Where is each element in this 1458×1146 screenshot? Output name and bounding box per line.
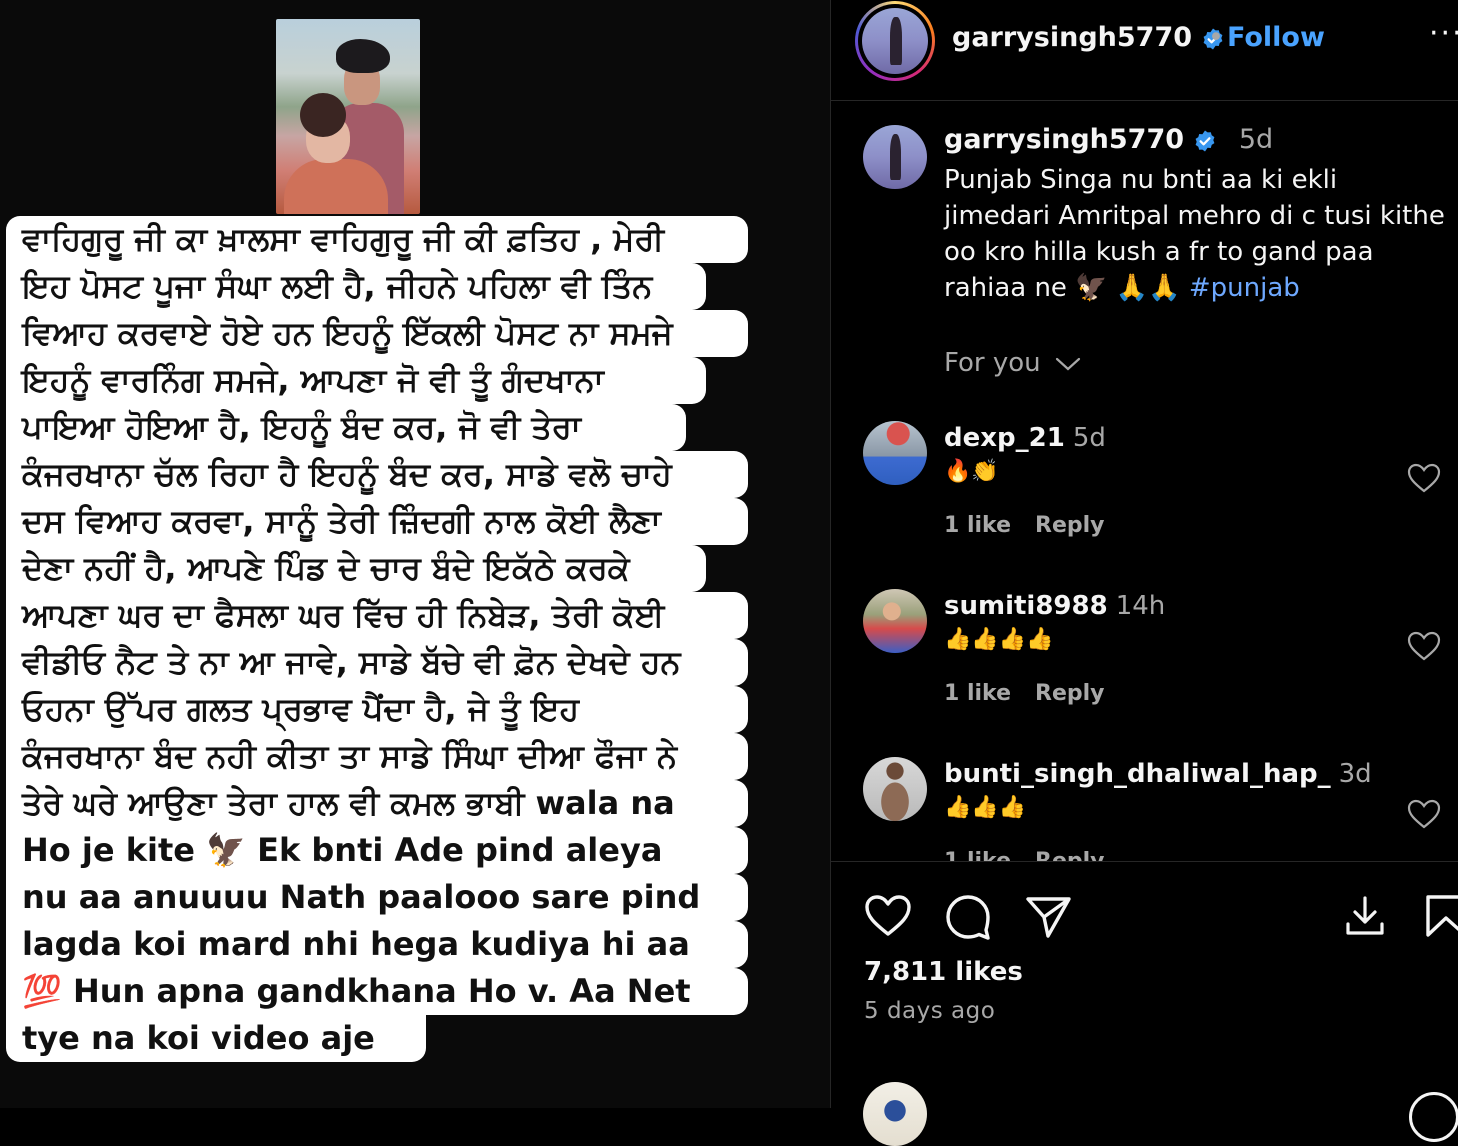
overlay-text-line: ਆਪਣਾ ਘਰ ਦਾ ਫੈਸਲਾ ਘਰ ਵਿੱਚ ਹੀ ਨਿਬੇੜ, ਤੇਰੀ … bbox=[6, 592, 748, 639]
comment-time: 5d bbox=[1072, 423, 1106, 453]
comment-time: 3d bbox=[1338, 759, 1372, 789]
reply-button[interactable]: Reply bbox=[1035, 849, 1105, 861]
comment-avatar[interactable] bbox=[863, 589, 927, 653]
overlay-text-line: ਦਸ ਵਿਆਹ ਕਰਵਾ, ਸਾਨੂੰ ਤੇਰੀ ਜ਼ਿੰਦਗੀ ਨਾਲ ਕੋਈ… bbox=[6, 498, 748, 545]
overlay-text: ਪਾਇਆ ਹੋਇਆ ਹੈ, ਇਹਨੂੰ ਬੰਦ ਕਰ, ਜੋ ਵੀ ਤੇਰਾ bbox=[22, 408, 581, 446]
overlay-text: ਦੇਣਾ ਨਹੀਂ ਹੈ, ਆਪਣੇ ਪਿੰਡ ਦੇ ਚਾਰ ਬੰਦੇ ਇਕੱਠ… bbox=[22, 549, 630, 587]
overlay-text: tye na koi video aje bbox=[22, 1019, 375, 1057]
caption: garrysingh5770 5d Punjab Singa nu bnti a… bbox=[944, 124, 1449, 306]
comment-like-heart-icon[interactable] bbox=[1407, 631, 1441, 661]
comment-avatar[interactable] bbox=[863, 421, 927, 485]
save-bookmark-icon[interactable] bbox=[1425, 894, 1458, 938]
post-actions: 7,811 likes 5 days ago bbox=[831, 862, 1458, 1146]
overlay-text-line: ਇਹ ਪੋਸਟ ਪੂਜਾ ਸੰਘਾ ਲਈ ਹੈ, ਜੀਹਨੇ ਪਹਿਲਾ ਵੀ … bbox=[6, 263, 748, 310]
comment-bubble-icon[interactable] bbox=[944, 893, 992, 941]
post-media[interactable]: ਵਾਹਿਗੁਰੂ ਜੀ ਕਾ ਖ਼ਾਲਸਾ ਵਾਹਿਗੁਰੂ ਜੀ ਕੀ ਫ਼ਤ… bbox=[0, 0, 830, 1108]
post-text-overlay: ਵਾਹਿਗੁਰੂ ਜੀ ਕਾ ਖ਼ਾਲਸਾ ਵਾਹਿਗੁਰੂ ਜੀ ਕੀ ਫ਼ਤ… bbox=[6, 216, 748, 1108]
header-username[interactable]: garrysingh5770 bbox=[952, 22, 1225, 53]
overlay-text-line: nu aa anuuuu Nath paalooo sare pind bbox=[6, 874, 748, 921]
post-details-panel: garrysingh5770 • Follow ··· garrysingh57… bbox=[830, 0, 1458, 1146]
overlay-text-line: ਵੀਡੀਓ ਨੈਟ ਤੇ ਨਾ ਆ ਜਾਵੇ, ਸਾਡੇ ਬੱਚੇ ਵੀ ਫ਼ੋ… bbox=[6, 639, 748, 686]
comment-time: 14h bbox=[1115, 591, 1166, 621]
comment-text: 👍👍👍👍 bbox=[944, 627, 1054, 652]
comment-like-heart-icon[interactable] bbox=[1407, 463, 1441, 493]
post-date: 5 days ago bbox=[864, 998, 996, 1024]
overlay-text: Ho je kite 🦅 Ek bnti Ade pind aleya bbox=[22, 831, 663, 869]
comment-text: 🔥👏 bbox=[944, 459, 999, 484]
sort-label: For you bbox=[944, 348, 1041, 378]
comment-avatar[interactable] bbox=[863, 757, 927, 821]
chevron-down-icon bbox=[1055, 357, 1081, 370]
likes-count[interactable]: 7,811 likes bbox=[864, 957, 1023, 987]
caption-avatar[interactable] bbox=[863, 125, 927, 189]
overlay-text-line: ਇਹਨੂੰ ਵਾਰਨਿੰਗ ਸਮਜੇ, ਆਪਣਾ ਜੋ ਵੀ ਤੂੰ ਗੰਦਖਾ… bbox=[6, 357, 748, 404]
overlay-text: ਕੰਜਰਖਾਨਾ ਚੱਲ ਰਿਹਾ ਹੈ ਇਹਨੂੰ ਬੰਦ ਕਰ, ਸਾਡੇ … bbox=[22, 455, 672, 493]
separator-dot: • bbox=[1208, 22, 1224, 53]
reply-button[interactable]: Reply bbox=[1035, 513, 1105, 538]
more-options-icon[interactable]: ··· bbox=[1429, 16, 1458, 51]
avatar[interactable] bbox=[862, 8, 928, 74]
share-send-icon[interactable] bbox=[1024, 893, 1072, 941]
emoji-icon[interactable] bbox=[1409, 1092, 1458, 1142]
comment-likes[interactable]: 1 like bbox=[944, 513, 1011, 538]
overlay-text: nu aa anuuuu Nath paalooo sare pind bbox=[22, 878, 701, 916]
overlay-text-line: ਦੇਣਾ ਨਹੀਂ ਹੈ, ਆਪਣੇ ਪਿੰਡ ਦੇ ਚਾਰ ਬੰਦੇ ਇਕੱਠ… bbox=[6, 545, 748, 592]
story-ring[interactable] bbox=[855, 1, 935, 81]
hashtag-link[interactable]: #punjab bbox=[1189, 273, 1300, 303]
overlay-text-line: ਓਹਨਾ ਉੱਪਰ ਗਲਤ ਪ੍ਰਭਾਵ ਪੈਂਦਾ ਹੈ, ਜੇ ਤੂੰ ਇਹ bbox=[6, 686, 748, 733]
caption-username[interactable]: garrysingh5770 bbox=[944, 124, 1184, 155]
post-photo bbox=[276, 19, 420, 214]
reply-button[interactable]: Reply bbox=[1035, 681, 1105, 706]
overlay-text: lagda koi mard nhi hega kudiya hi aa bbox=[22, 925, 690, 963]
comment-likes[interactable]: 1 like bbox=[944, 681, 1011, 706]
overlay-text: ਵਾਹਿਗੁਰੂ ਜੀ ਕਾ ਖ਼ਾਲਸਾ ਵਾਹਿਗੁਰੂ ਜੀ ਕੀ ਫ਼ਤ… bbox=[22, 220, 664, 258]
overlay-text-line: ਵਾਹਿਗੁਰੂ ਜੀ ਕਾ ਖ਼ਾਲਸਾ ਵਾਹਿਗੁਰੂ ਜੀ ਕੀ ਫ਼ਤ… bbox=[6, 216, 748, 263]
comment-item: dexp_21 5d 🔥👏 1 like Reply bbox=[863, 421, 1458, 561]
verified-badge-icon bbox=[1196, 130, 1215, 151]
overlay-text-line: 💯 Hun apna gandkhana Ho v. Aa Net bbox=[6, 968, 748, 1015]
overlay-text: ਇਹ ਪੋਸਟ ਪੂਜਾ ਸੰਘਾ ਲਈ ਹੈ, ਜੀਹਨੇ ਪਹਿਲਾ ਵੀ … bbox=[22, 267, 653, 305]
overlay-text: ਤੇਰੇ ਘਰੇ ਆਉਣਾ ਤੇਰਾ ਹਾਲ ਵੀ ਕਮਲ ਭਾਬੀ wala … bbox=[22, 784, 675, 822]
current-user-avatar bbox=[863, 1082, 927, 1146]
comment-likes[interactable]: 1 like bbox=[944, 849, 1011, 861]
overlay-text: ਓਹਨਾ ਉੱਪਰ ਗਲਤ ਪ੍ਰਭਾਵ ਪੈਂਦਾ ਹੈ, ਜੇ ਤੂੰ ਇਹ bbox=[22, 690, 579, 728]
overlay-text-line: ਪਾਇਆ ਹੋਇਆ ਹੈ, ਇਹਨੂੰ ਬੰਦ ਕਰ, ਜੋ ਵੀ ਤੇਰਾ bbox=[6, 404, 748, 451]
overlay-text: ਇਹਨੂੰ ਵਾਰਨਿੰਗ ਸਮਜੇ, ਆਪਣਾ ਜੋ ਵੀ ਤੂੰ ਗੰਦਖਾ… bbox=[22, 361, 604, 399]
caption-time: 5d bbox=[1238, 124, 1274, 155]
overlay-text: ਦਸ ਵਿਆਹ ਕਰਵਾ, ਸਾਨੂੰ ਤੇਰੀ ਜ਼ਿੰਦਗੀ ਨਾਲ ਕੋਈ… bbox=[22, 502, 661, 540]
overlay-text-line: tye na koi video aje bbox=[6, 1015, 748, 1062]
overlay-text-line: ਵਿਆਹ ਕਰਵਾਏ ਹੋਏ ਹਨ ਇਹਨੂੰ ਇੱਕਲੀ ਪੋਸਟ ਨਾ ਸਮ… bbox=[6, 310, 748, 357]
comment-like-heart-icon[interactable] bbox=[1407, 799, 1441, 829]
comment-item: bunti_singh_dhaliwal_hap_3d 👍👍👍 1 like Re… bbox=[863, 757, 1458, 861]
comments-sort-dropdown[interactable]: For you bbox=[944, 348, 1081, 378]
follow-button[interactable]: Follow bbox=[1227, 22, 1325, 53]
overlay-text-line: ਤੇਰੇ ਘਰੇ ਆਉਣਾ ਤੇਰਾ ਹਾਲ ਵੀ ਕਮਲ ਭਾਬੀ wala … bbox=[6, 780, 748, 827]
like-heart-icon[interactable] bbox=[864, 894, 912, 938]
overlay-text: ਆਪਣਾ ਘਰ ਦਾ ਫੈਸਲਾ ਘਰ ਵਿੱਚ ਹੀ ਨਿਬੇੜ, ਤੇਰੀ … bbox=[22, 596, 665, 634]
overlay-text-line: lagda koi mard nhi hega kudiya hi aa bbox=[6, 921, 748, 968]
comment-username[interactable]: bunti_singh_dhaliwal_hap_ bbox=[944, 759, 1331, 789]
comment-username[interactable]: sumiti8988 bbox=[944, 591, 1108, 621]
overlay-text-line: ਕੰਜਰਖਾਨਾ ਬੰਦ ਨਹੀ ਕੀਤਾ ਤਾ ਸਾਡੇ ਸਿੰਘਾ ਦੀਆ … bbox=[6, 733, 748, 780]
comment-item: sumiti8988 14h 👍👍👍👍 1 like Reply bbox=[863, 589, 1458, 729]
overlay-text-line: Ho je kite 🦅 Ek bnti Ade pind aleya bbox=[6, 827, 748, 874]
download-icon[interactable] bbox=[1343, 894, 1387, 938]
overlay-text: 💯 Hun apna gandkhana Ho v. Aa Net bbox=[22, 972, 691, 1010]
post-header: garrysingh5770 • Follow ··· bbox=[831, 0, 1458, 101]
comment-text: 👍👍👍 bbox=[944, 795, 1027, 820]
overlay-text: ਵਿਆਹ ਕਰਵਾਏ ਹੋਏ ਹਨ ਇਹਨੂੰ ਇੱਕਲੀ ਪੋਸਟ ਨਾ ਸਮ… bbox=[22, 314, 673, 352]
overlay-text: ਕੰਜਰਖਾਨਾ ਬੰਦ ਨਹੀ ਕੀਤਾ ਤਾ ਸਾਡੇ ਸਿੰਘਾ ਦੀਆ … bbox=[22, 737, 677, 775]
comment-username[interactable]: dexp_21 bbox=[944, 423, 1065, 453]
overlay-text: ਵੀਡੀਓ ਨੈਟ ਤੇ ਨਾ ਆ ਜਾਵੇ, ਸਾਡੇ ਬੱਚੇ ਵੀ ਫ਼ੋ… bbox=[22, 643, 681, 681]
overlay-text-line: ਕੰਜਰਖਾਨਾ ਚੱਲ ਰਿਹਾ ਹੈ ਇਹਨੂੰ ਬੰਦ ਕਰ, ਸਾਡੇ … bbox=[6, 451, 748, 498]
